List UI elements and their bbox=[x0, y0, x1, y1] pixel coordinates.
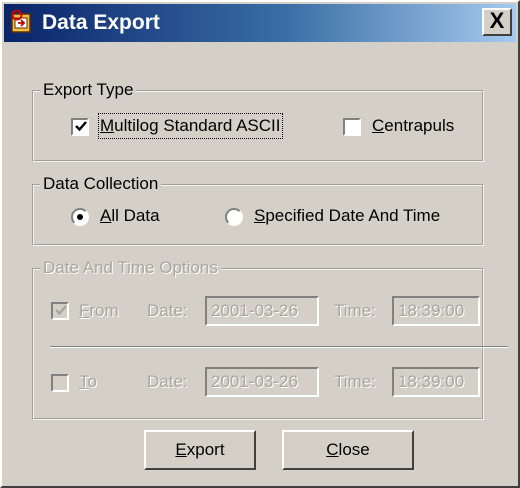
specified-date-time-label[interactable]: Specified Date And Time bbox=[254, 205, 440, 227]
to-checkbox[interactable] bbox=[51, 374, 69, 392]
close-mnemonic: C bbox=[326, 440, 339, 459]
from-date-field[interactable]: 2001-03-26 bbox=[205, 296, 319, 326]
centrapuls-checkbox[interactable] bbox=[343, 118, 361, 136]
data-export-dialog: Data Export X Export Type Multilog Stand… bbox=[0, 0, 520, 488]
centrapuls-mnemonic: C bbox=[372, 116, 385, 135]
from-label-text: rom bbox=[89, 301, 119, 320]
close-icon: X bbox=[489, 8, 505, 33]
check-icon bbox=[55, 305, 67, 316]
date-time-options-group: Date And Time Options From Date: 2001-03… bbox=[32, 257, 508, 420]
to-time-label: Time: bbox=[334, 372, 376, 391]
all-data-label[interactable]: All Data bbox=[100, 205, 160, 227]
multilog-mnemonic: M bbox=[100, 116, 115, 135]
close-button[interactable]: Close bbox=[282, 430, 414, 470]
specified-mnemonic: S bbox=[254, 206, 266, 225]
close-label-text: lose bbox=[338, 440, 370, 459]
to-mnemonic: T bbox=[79, 372, 88, 391]
to-label[interactable]: To bbox=[79, 371, 97, 393]
export-icon bbox=[11, 10, 31, 33]
from-label[interactable]: From bbox=[79, 300, 119, 322]
export-mnemonic: E bbox=[175, 440, 187, 459]
specified-label-text: pecified Date And Time bbox=[265, 206, 441, 225]
centrapuls-label-text: entrapuls bbox=[384, 116, 455, 135]
title-bar[interactable]: Data Export X bbox=[4, 4, 516, 42]
from-mnemonic: F bbox=[79, 301, 90, 320]
all-data-mnemonic: A bbox=[100, 206, 112, 225]
to-date-field[interactable]: 2001-03-26 bbox=[205, 367, 319, 397]
all-data-radio[interactable] bbox=[71, 208, 89, 226]
export-type-group: Export Type Multilog Standard ASCII Cent… bbox=[32, 79, 484, 162]
export-type-legend: Export Type bbox=[40, 79, 137, 101]
export-label-text: xport bbox=[186, 440, 225, 459]
from-date-label: Date: bbox=[147, 301, 188, 320]
multilog-label[interactable]: Multilog Standard ASCII bbox=[98, 113, 283, 139]
date-time-options-legend: Date And Time Options bbox=[40, 257, 221, 279]
specified-date-time-radio[interactable] bbox=[225, 208, 243, 226]
window-title: Data Export bbox=[42, 11, 160, 34]
to-time-field[interactable]: 18:39:00 bbox=[392, 367, 480, 397]
radio-selected-dot bbox=[77, 214, 83, 220]
data-collection-legend: Data Collection bbox=[40, 173, 162, 195]
centrapuls-label[interactable]: Centrapuls bbox=[372, 115, 454, 137]
from-time-label: Time: bbox=[334, 301, 376, 320]
from-time-field[interactable]: 18:39:00 bbox=[392, 296, 480, 326]
all-data-label-text: ll Data bbox=[111, 206, 160, 225]
to-label-text: o bbox=[87, 372, 97, 391]
check-icon bbox=[75, 121, 87, 132]
from-checkbox[interactable] bbox=[51, 302, 69, 320]
close-window-button[interactable]: X bbox=[482, 8, 512, 36]
to-date-label: Date: bbox=[147, 372, 188, 391]
data-collection-group: Data Collection All Data Specified Date … bbox=[32, 173, 484, 246]
export-button[interactable]: Export bbox=[144, 430, 256, 470]
from-to-divider bbox=[50, 346, 508, 348]
multilog-checkbox[interactable] bbox=[71, 118, 89, 136]
multilog-label-text: ultilog Standard ASCII bbox=[114, 116, 281, 135]
